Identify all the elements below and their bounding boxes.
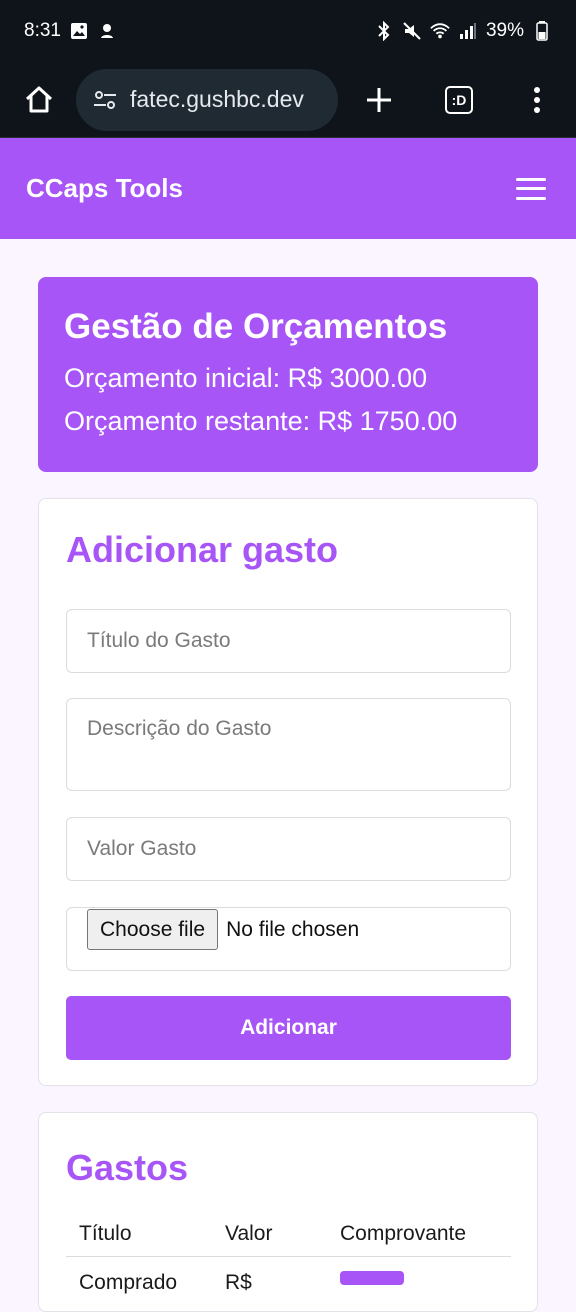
status-left: 8:31 (24, 20, 117, 42)
notification-icon (97, 21, 117, 41)
title-placeholder: Título do Gasto (87, 629, 231, 652)
column-header-value: Valor (225, 1221, 273, 1245)
gallery-icon (69, 21, 89, 41)
mute-icon (402, 21, 422, 41)
expenses-card: Gastos Título Valor Comprovante Comprado… (38, 1112, 538, 1312)
receipt-file-input: Choose file No file chosen (66, 907, 511, 971)
expenses-title: Gastos (66, 1147, 189, 1188)
budget-title: Gestão de Orçamentos (64, 307, 448, 346)
home-icon (25, 86, 53, 112)
clock: 8:31 (24, 20, 61, 41)
app-navbar: CCaps Tools (0, 138, 576, 239)
column-header-receipt: Comprovante (340, 1221, 467, 1245)
row-value: R$ (225, 1271, 252, 1294)
column-header-title: Título (79, 1221, 132, 1245)
form-title: Adicionar gasto (66, 529, 339, 570)
url-text: fatec.gushbc.dev (130, 86, 304, 112)
table-header: Título Valor Comprovante (66, 1211, 511, 1257)
table-row: Comprado R$ (66, 1271, 511, 1294)
home-button[interactable] (14, 75, 64, 125)
add-expense-form: Adicionar gasto Título do Gasto Descriçã… (38, 498, 538, 1086)
address-bar[interactable]: fatec.gushbc.dev (76, 68, 338, 131)
battery-icon (532, 21, 552, 41)
receipt-button[interactable] (340, 1271, 404, 1285)
signal-icon (458, 21, 478, 41)
budget-summary-card: Gestão de Orçamentos Orçamento inicial: … (38, 277, 538, 472)
row-title: Comprado (79, 1271, 178, 1294)
initial-budget: Orçamento inicial: R$ 3000.00 (64, 363, 428, 393)
app-title[interactable]: CCaps Tools (26, 173, 183, 204)
battery-percent: 39% (485, 20, 524, 41)
site-settings-icon[interactable] (90, 85, 120, 115)
expense-value-input[interactable]: Valor Gasto (66, 817, 511, 881)
tab-count: :D (445, 85, 473, 114)
plus-icon (367, 87, 391, 112)
value-placeholder: Valor Gasto (87, 837, 197, 860)
description-placeholder: Descrição do Gasto (87, 717, 272, 740)
expense-title-input[interactable]: Título do Gasto (66, 609, 511, 673)
add-expense-button[interactable]: Adicionar (66, 996, 511, 1060)
more-vert-icon (534, 86, 540, 113)
new-tab-button[interactable] (354, 75, 404, 125)
choose-file-button[interactable]: Choose file (87, 909, 219, 950)
status-bar: 8:31 39% (0, 0, 576, 62)
tab-switcher-button[interactable]: :D (434, 75, 484, 125)
remaining-budget: Orçamento restante: R$ 1750.00 (64, 406, 458, 436)
browser-menu-button[interactable] (512, 75, 562, 125)
file-status: No file chosen (226, 918, 360, 941)
menu-icon[interactable] (516, 177, 546, 200)
status-right: 39% (374, 20, 552, 42)
wifi-icon (430, 21, 450, 41)
expense-description-textarea[interactable]: Descrição do Gasto (66, 698, 511, 791)
bluetooth-icon (374, 21, 394, 41)
browser-toolbar: fatec.gushbc.dev :D (0, 62, 576, 138)
